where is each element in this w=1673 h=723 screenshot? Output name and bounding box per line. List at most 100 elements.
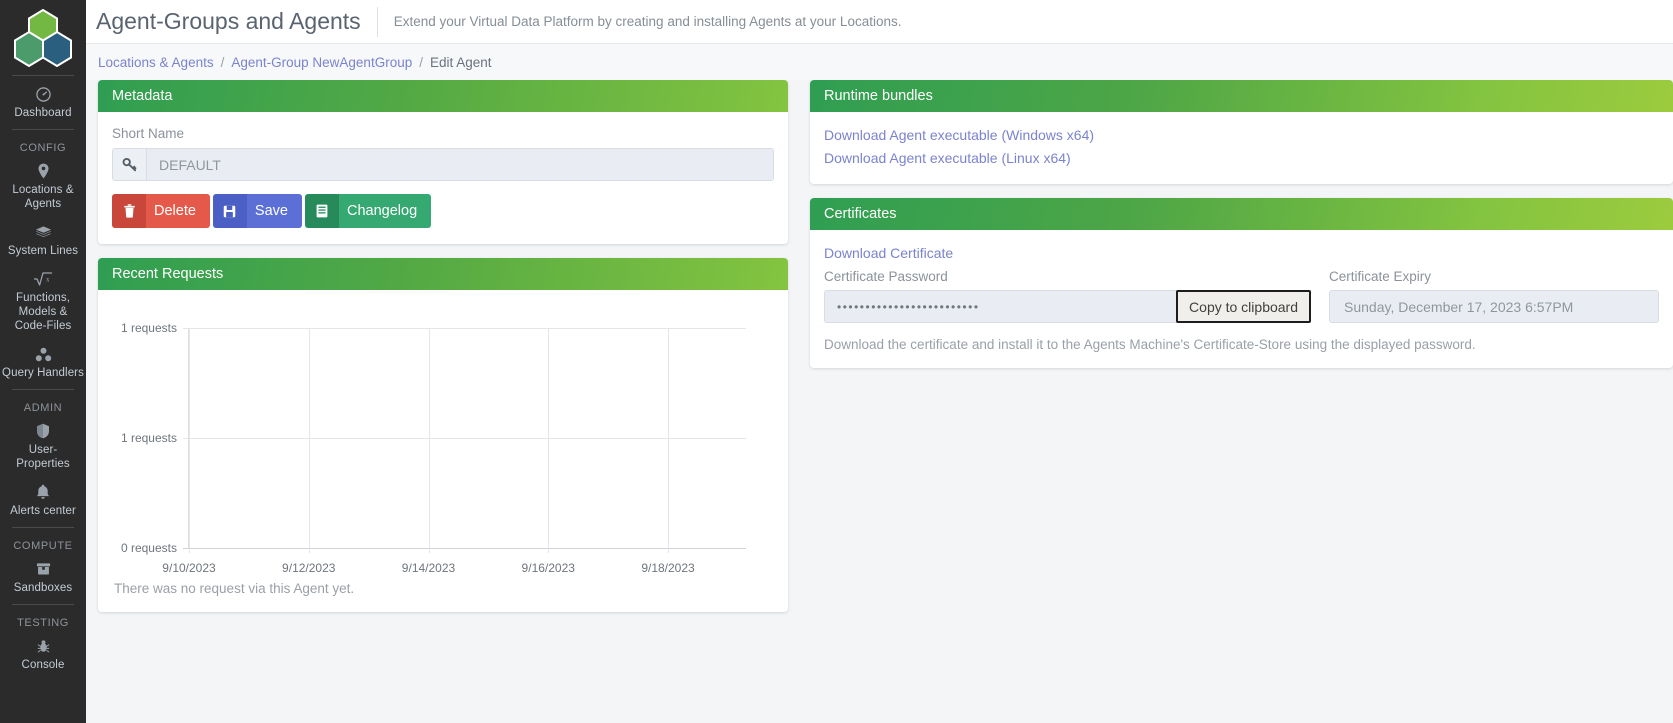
certificate-expiry-label: Certificate Expiry — [1329, 269, 1659, 284]
requests-chart: 1 requests 1 requests 0 requests — [112, 304, 774, 604]
sidebar-item-label: Sandboxes — [14, 581, 72, 595]
certificate-fields-row: Certificate Password •••••••••••••••••••… — [824, 269, 1659, 323]
copy-to-clipboard-button[interactable]: Copy to clipboard — [1176, 290, 1311, 323]
sidebar-divider — [12, 389, 74, 390]
sidebar-item-functions-models-code-files[interactable]: x Functions, Models & Code-Files — [0, 264, 86, 339]
chart-plot: 1 requests 1 requests 0 requests — [188, 328, 746, 549]
changelog-icon — [305, 194, 339, 228]
save-button[interactable]: Save — [213, 194, 302, 228]
sidebar-divider — [12, 604, 74, 605]
sidebar-section-config: CONFIG — [20, 142, 66, 154]
chart-area: 1 requests 1 requests 0 requests — [112, 320, 756, 575]
sidebar-divider — [12, 527, 74, 528]
runtime-bundles-card-header: Runtime bundles — [810, 80, 1673, 112]
save-button-label: Save — [247, 194, 302, 228]
bug-icon — [36, 637, 51, 655]
sidebar-item-label: User-Properties — [2, 443, 84, 471]
short-name-input[interactable]: DEFAULT — [147, 149, 773, 180]
dashboard-icon — [36, 85, 51, 103]
breadcrumb-item-locations-agents[interactable]: Locations & Agents — [98, 55, 214, 70]
sidebar-item-label: Query Handlers — [2, 366, 84, 380]
content-region: Metadata Short Name DEFAULT — [86, 80, 1673, 723]
sidebar-item-label: Dashboard — [14, 106, 71, 120]
sidebar-item-locations-agents[interactable]: Locations & Agents — [0, 156, 86, 217]
sidebar-divider — [12, 129, 74, 130]
sidebar-item-console[interactable]: Console — [0, 631, 86, 678]
chart-ytick-label: 1 requests — [121, 321, 177, 335]
bell-icon — [36, 483, 50, 501]
download-agent-linux-link[interactable]: Download Agent executable (Linux x64) — [824, 147, 1659, 170]
sidebar-item-user-properties[interactable]: User-Properties — [0, 416, 86, 477]
certificate-password-input[interactable]: ••••••••••••••••••••••••• — [824, 290, 1177, 323]
chart-gridline-v: 9/18/2023 — [668, 328, 669, 553]
shield-icon — [36, 422, 50, 440]
delete-button-label: Delete — [146, 194, 210, 228]
certificates-card: Certificates Download Certificate Certif… — [810, 198, 1673, 368]
metadata-card: Metadata Short Name DEFAULT — [98, 80, 788, 244]
sidebar: Dashboard CONFIG Locations & Agents Syst… — [0, 0, 86, 723]
changelog-button-label: Changelog — [339, 194, 431, 228]
right-column: Runtime bundles Download Agent executabl… — [788, 80, 1673, 723]
chart-gridline-v: 9/16/2023 — [548, 328, 549, 553]
main-region: Agent-Groups and Agents Extend your Virt… — [86, 0, 1673, 723]
chart-empty-note: There was no request via this Agent yet. — [112, 575, 756, 596]
title-divider — [377, 7, 378, 37]
chart-axis-line: 0 requests — [183, 548, 746, 549]
breadcrumb-separator: / — [221, 55, 225, 70]
chart-gridline-v: 9/12/2023 — [309, 328, 310, 553]
query-handler-icon — [35, 345, 52, 363]
sidebar-section-compute: COMPUTE — [13, 540, 72, 552]
metadata-button-row: Delete Save — [112, 194, 774, 228]
sidebar-item-alerts-center[interactable]: Alerts center — [0, 477, 86, 524]
runtime-bundles-card: Runtime bundles Download Agent executabl… — [810, 80, 1673, 184]
recent-requests-card-header: Recent Requests — [98, 258, 788, 290]
sidebar-item-query-handlers[interactable]: Query Handlers — [0, 339, 86, 386]
delete-button[interactable]: Delete — [112, 194, 210, 228]
page-title: Agent-Groups and Agents — [96, 8, 377, 35]
sidebar-item-label: Console — [22, 658, 65, 672]
certificates-card-header: Certificates — [810, 198, 1673, 230]
breadcrumb-item-agent-group[interactable]: Agent-Group NewAgentGroup — [231, 55, 412, 70]
sidebar-section-testing: TESTING — [17, 617, 69, 629]
changelog-button[interactable]: Changelog — [305, 194, 431, 228]
breadcrumb: Locations & Agents / Agent-Group NewAgen… — [86, 44, 1673, 80]
sidebar-item-sandboxes[interactable]: Sandboxes — [0, 554, 86, 601]
app-root: Dashboard CONFIG Locations & Agents Syst… — [0, 0, 1673, 723]
breadcrumb-separator: / — [419, 55, 423, 70]
certificate-password-group: Certificate Password •••••••••••••••••••… — [824, 269, 1311, 323]
certificate-note: Download the certificate and install it … — [824, 337, 1659, 352]
svg-text:x: x — [46, 276, 50, 284]
sidebar-item-label: System Lines — [8, 244, 78, 258]
sidebar-item-label: Alerts center — [10, 504, 76, 518]
recent-requests-card: Recent Requests 1 requests 1 requests — [98, 258, 788, 612]
certificate-expiry-value: Sunday, December 17, 2023 6:57PM — [1329, 290, 1659, 323]
chart-xtick-label: 9/16/2023 — [522, 561, 575, 575]
left-column: Metadata Short Name DEFAULT — [98, 80, 788, 723]
hexagon-logo[interactable] — [0, 4, 86, 72]
sidebar-item-system-lines[interactable]: System Lines — [0, 217, 86, 264]
sidebar-item-dashboard[interactable]: Dashboard — [0, 79, 86, 126]
sqrt-icon: x — [33, 270, 53, 288]
chart-gridline-v: 9/10/2023 — [189, 328, 190, 553]
chart-gridline-v: 9/14/2023 — [429, 328, 430, 553]
chart-xtick-label: 9/18/2023 — [641, 561, 694, 575]
chart-ytick-label: 0 requests — [121, 541, 177, 555]
certificate-expiry-group: Certificate Expiry Sunday, December 17, … — [1311, 269, 1659, 323]
sidebar-divider — [12, 75, 74, 76]
chart-ytick-label: 1 requests — [121, 431, 177, 445]
key-icon — [113, 149, 147, 180]
breadcrumb-item-edit-agent: Edit Agent — [430, 55, 492, 70]
download-certificate-link[interactable]: Download Certificate — [824, 242, 1659, 265]
chart-gridline: 1 requests — [183, 438, 746, 439]
top-bar: Agent-Groups and Agents Extend your Virt… — [86, 0, 1673, 44]
certificates-card-body: Download Certificate Certificate Passwor… — [810, 230, 1673, 368]
sidebar-item-label: Locations & Agents — [2, 183, 84, 211]
sidebar-item-label: Functions, Models & Code-Files — [2, 291, 84, 333]
metadata-card-body: Short Name DEFAULT — [98, 112, 788, 244]
save-icon — [213, 194, 247, 228]
short-name-label: Short Name — [112, 126, 774, 141]
download-agent-windows-link[interactable]: Download Agent executable (Windows x64) — [824, 124, 1659, 147]
certificate-password-input-group: ••••••••••••••••••••••••• Copy to clipbo… — [824, 290, 1311, 323]
trash-icon — [112, 194, 146, 228]
short-name-input-group[interactable]: DEFAULT — [112, 148, 774, 181]
